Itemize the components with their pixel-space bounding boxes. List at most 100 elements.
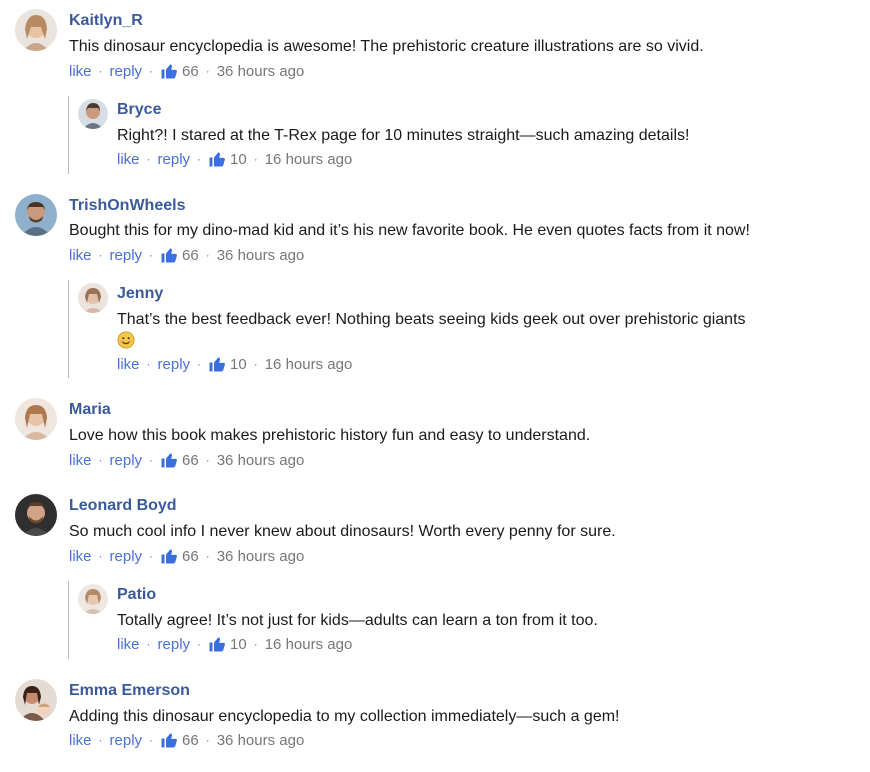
thumbs-up-icon[interactable] bbox=[160, 731, 178, 749]
thumbs-up-icon[interactable] bbox=[208, 355, 226, 373]
reply-thread-line bbox=[68, 96, 69, 174]
separator-dot: · bbox=[253, 357, 258, 371]
comment-text: Adding this dinosaur encyclopedia to my … bbox=[69, 708, 620, 725]
like-count: 10 bbox=[230, 355, 247, 373]
thumbs-up-icon[interactable] bbox=[208, 150, 226, 168]
separator-dot: · bbox=[98, 248, 103, 262]
reply-thread-line bbox=[68, 280, 69, 378]
reply-link[interactable]: reply bbox=[158, 356, 191, 373]
reply-link[interactable]: reply bbox=[110, 452, 143, 469]
timestamp: 16 hours ago bbox=[264, 150, 353, 168]
separator-dot: · bbox=[98, 549, 103, 563]
comment-text: So much cool info I never knew about din… bbox=[69, 523, 616, 540]
comment-actions: like · reply · 66 · 36 hours ago bbox=[69, 547, 304, 565]
thumbs-up-icon[interactable] bbox=[160, 246, 178, 264]
separator-dot: · bbox=[197, 357, 202, 371]
comment-author[interactable]: Kaitlyn_R bbox=[69, 12, 143, 30]
timestamp: 36 hours ago bbox=[216, 731, 305, 749]
like-link[interactable]: like bbox=[117, 356, 140, 373]
like-link[interactable]: like bbox=[69, 63, 92, 80]
comment-actions: like · reply · 66 · 36 hours ago bbox=[69, 731, 304, 749]
separator-dot: · bbox=[205, 733, 210, 747]
timestamp: 16 hours ago bbox=[264, 355, 353, 373]
comment-text: Love how this book makes prehistoric his… bbox=[69, 427, 591, 444]
like-count: 66 bbox=[182, 246, 199, 264]
like-count: 66 bbox=[182, 547, 199, 565]
separator-dot: · bbox=[146, 152, 151, 166]
reply-link[interactable]: reply bbox=[110, 63, 143, 80]
reply-link[interactable]: reply bbox=[158, 636, 191, 653]
reply-link[interactable]: reply bbox=[158, 151, 191, 168]
like-link[interactable]: like bbox=[69, 247, 92, 264]
separator-dot: · bbox=[149, 549, 154, 563]
separator-dot: · bbox=[149, 733, 154, 747]
like-count: 10 bbox=[230, 635, 247, 653]
like-count: 66 bbox=[182, 62, 199, 80]
comment-author[interactable]: Maria bbox=[69, 401, 111, 419]
comment-actions: like · reply · 10 · 16 hours ago bbox=[117, 635, 352, 653]
comment-text: Bought this for my dino-mad kid and it’s… bbox=[69, 222, 750, 239]
comment-author[interactable]: Emma Emerson bbox=[69, 682, 190, 700]
separator-dot: · bbox=[146, 357, 151, 371]
like-link[interactable]: like bbox=[69, 548, 92, 565]
reply-link[interactable]: reply bbox=[110, 247, 143, 264]
avatar[interactable] bbox=[15, 679, 57, 721]
thumbs-up-icon[interactable] bbox=[160, 451, 178, 469]
timestamp: 36 hours ago bbox=[216, 62, 305, 80]
comment-text: Totally agree! It’s not just for kids—ad… bbox=[117, 612, 598, 629]
like-link[interactable]: like bbox=[117, 151, 140, 168]
like-link[interactable]: like bbox=[117, 636, 140, 653]
avatar[interactable] bbox=[15, 398, 57, 440]
comment-actions: like · reply · 66 · 36 hours ago bbox=[69, 246, 304, 264]
avatar[interactable] bbox=[78, 99, 108, 129]
separator-dot: · bbox=[98, 733, 103, 747]
comment-actions: like · reply · 10 · 16 hours ago bbox=[117, 150, 352, 168]
like-link[interactable]: like bbox=[69, 732, 92, 749]
timestamp: 36 hours ago bbox=[216, 547, 305, 565]
comment-actions: like · reply · 10 · 16 hours ago bbox=[117, 355, 352, 373]
reply-link[interactable]: reply bbox=[110, 548, 143, 565]
timestamp: 36 hours ago bbox=[216, 246, 305, 264]
like-count: 66 bbox=[182, 731, 199, 749]
separator-dot: · bbox=[98, 453, 103, 467]
smiling-face-emoji bbox=[117, 331, 135, 349]
reply-thread-line bbox=[68, 581, 69, 659]
separator-dot: · bbox=[149, 453, 154, 467]
avatar[interactable] bbox=[78, 584, 108, 614]
comment-author[interactable]: Bryce bbox=[117, 101, 161, 119]
separator-dot: · bbox=[146, 637, 151, 651]
comment-actions: like · reply · 66 · 36 hours ago bbox=[69, 451, 304, 469]
like-link[interactable]: like bbox=[69, 452, 92, 469]
separator-dot: · bbox=[205, 248, 210, 262]
avatar[interactable] bbox=[15, 9, 57, 51]
timestamp: 16 hours ago bbox=[264, 635, 353, 653]
comment-author[interactable]: Patio bbox=[117, 586, 156, 604]
avatar[interactable] bbox=[78, 283, 108, 313]
comment-author[interactable]: TrishOnWheels bbox=[69, 197, 185, 215]
separator-dot: · bbox=[253, 152, 258, 166]
timestamp: 36 hours ago bbox=[216, 451, 305, 469]
separator-dot: · bbox=[149, 64, 154, 78]
comment-text: That’s the best feedback ever! Nothing b… bbox=[117, 310, 746, 350]
reply-link[interactable]: reply bbox=[110, 732, 143, 749]
thumbs-up-icon[interactable] bbox=[160, 62, 178, 80]
avatar[interactable] bbox=[15, 494, 57, 536]
separator-dot: · bbox=[197, 152, 202, 166]
separator-dot: · bbox=[98, 64, 103, 78]
like-count: 66 bbox=[182, 451, 199, 469]
separator-dot: · bbox=[253, 637, 258, 651]
separator-dot: · bbox=[197, 637, 202, 651]
thumbs-up-icon[interactable] bbox=[208, 635, 226, 653]
comment-text-body: That’s the best feedback ever! Nothing b… bbox=[117, 311, 746, 328]
comment-text: Right?! I stared at the T-Rex page for 1… bbox=[117, 127, 690, 144]
comment-actions: like · reply · 66 · 36 hours ago bbox=[69, 62, 304, 80]
separator-dot: · bbox=[205, 549, 210, 563]
comment-text: This dinosaur encyclopedia is awesome! T… bbox=[69, 38, 704, 55]
comment-author[interactable]: Jenny bbox=[117, 285, 163, 303]
separator-dot: · bbox=[205, 453, 210, 467]
separator-dot: · bbox=[205, 64, 210, 78]
comment-author[interactable]: Leonard Boyd bbox=[69, 497, 177, 515]
separator-dot: · bbox=[149, 248, 154, 262]
avatar[interactable] bbox=[15, 194, 57, 236]
thumbs-up-icon[interactable] bbox=[160, 547, 178, 565]
